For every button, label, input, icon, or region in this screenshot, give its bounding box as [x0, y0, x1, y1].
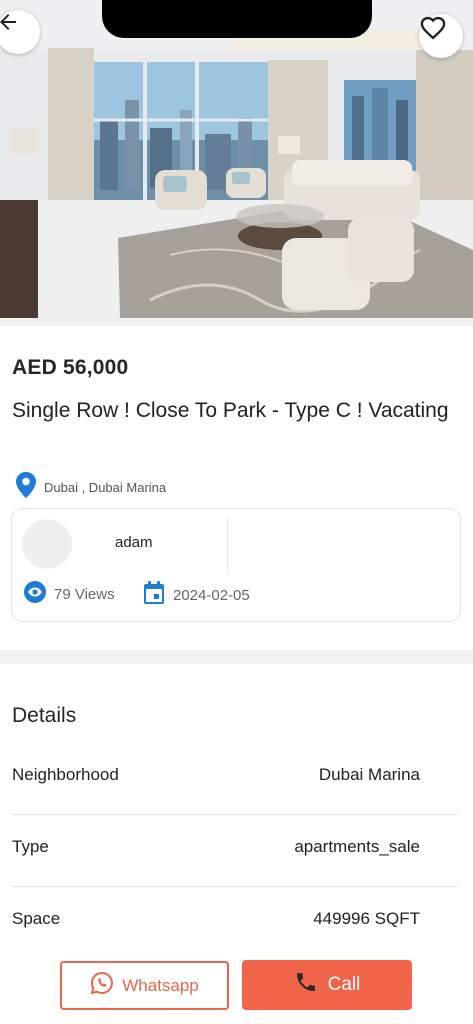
map-pin-icon: [16, 472, 36, 503]
detail-key: Space: [12, 909, 61, 928]
views-text: 79 Views: [54, 586, 115, 603]
property-photo[interactable]: [0, 0, 473, 318]
whatsapp-button[interactable]: Whatsapp: [60, 961, 229, 1010]
agent-name: adam: [115, 534, 153, 551]
whatsapp-icon: [90, 971, 114, 1000]
detail-row: Neighborhood Dubai Marina: [12, 743, 458, 815]
date-text: 2024-02-05: [173, 587, 250, 604]
card-divider: [227, 517, 228, 573]
detail-row: Type apartments_sale: [12, 815, 458, 887]
action-bar: Whatsapp Call: [0, 945, 473, 1024]
call-button[interactable]: Call: [242, 960, 412, 1010]
phone-icon: [294, 970, 318, 1000]
eye-icon: [24, 581, 46, 608]
listing-date: 2024-02-05: [143, 581, 250, 610]
views-count: 79 Views: [24, 581, 115, 608]
detail-value: apartments_sale: [294, 837, 420, 856]
section-divider: [0, 650, 473, 664]
detail-value: Dubai Marina: [318, 765, 420, 784]
detail-key: Type: [12, 837, 49, 856]
detail-value: 449996 SQFT: [313, 909, 420, 928]
listing-location: Dubai , Dubai Marina: [16, 472, 166, 503]
living-room-image: [0, 0, 473, 318]
listing-title: Single Row ! Close To Park - Type C ! Va…: [12, 399, 449, 422]
detail-key: Neighborhood: [12, 765, 119, 784]
details-heading: Details: [12, 704, 77, 727]
call-label: Call: [327, 974, 361, 995]
calendar-icon: [143, 581, 165, 610]
section-divider: [0, 318, 473, 326]
location-text: Dubai , Dubai Marina: [44, 480, 167, 495]
whatsapp-label: Whatsapp: [122, 975, 199, 995]
listing-price: AED 56,000: [12, 356, 129, 379]
avatar: [22, 519, 72, 569]
device-notch: [102, 0, 372, 38]
agent-card[interactable]: adam 79 Views 2024-02-05: [11, 508, 461, 622]
favorite-button[interactable]: [419, 14, 463, 58]
